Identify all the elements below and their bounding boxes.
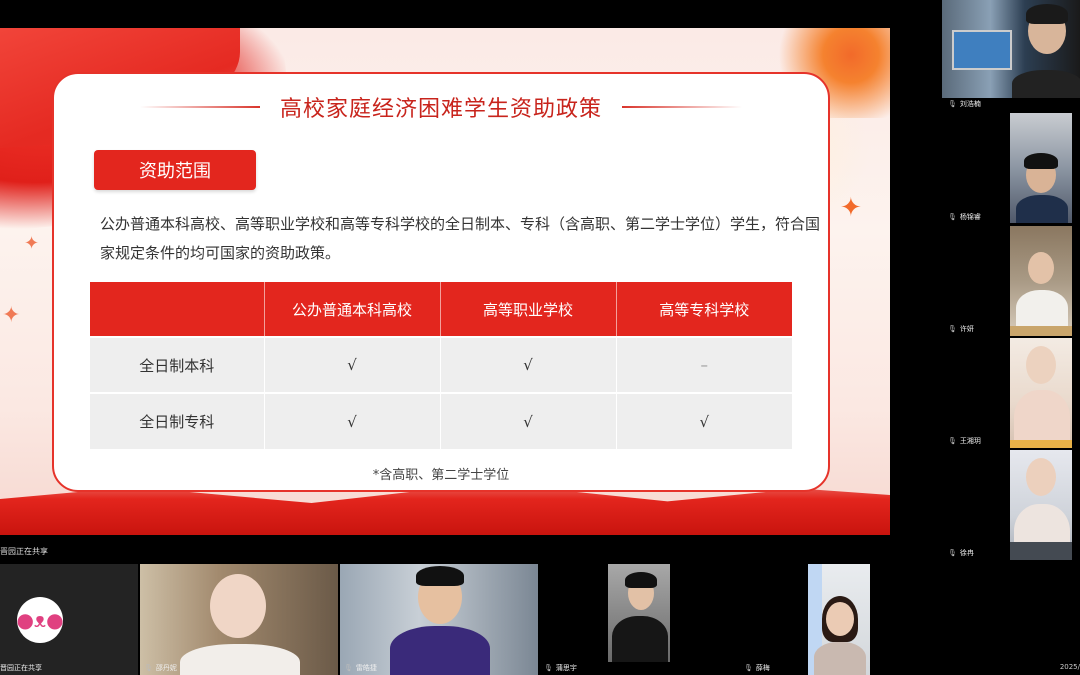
table-cell: 全日制专科: [90, 392, 265, 449]
laptop: [1010, 542, 1072, 560]
table-cell: √: [440, 336, 617, 393]
participant-name: 🎙 蒲思宇: [544, 664, 577, 672]
participant-video-tile[interactable]: [1010, 450, 1072, 560]
microphone-icon: 🎙: [144, 664, 153, 672]
participant-video-tile[interactable]: [942, 0, 1080, 98]
participant-video-tile[interactable]: [1010, 226, 1072, 336]
microphone-icon: 🎙: [344, 664, 353, 672]
participant-name: 晋园正在共享: [0, 664, 42, 672]
participant-body: [1012, 70, 1080, 98]
participant-video-tile[interactable]: [1010, 113, 1072, 223]
participant-video-tile[interactable]: [1010, 338, 1072, 448]
participant-face: [210, 574, 266, 638]
participant-name: 🎙 邵丹妮: [144, 664, 177, 672]
participant-face: [1028, 252, 1054, 284]
bird-icon: ✦: [24, 233, 40, 254]
table-header-cell: 高等职业学校: [440, 282, 617, 337]
table-row: 全日制本科 √ √ –: [90, 336, 792, 393]
microphone-icon: 🎙: [948, 549, 957, 557]
table-header-cell: 公办普通本科高校: [264, 282, 441, 337]
participant-name: 🎙 杨锦睿: [948, 213, 981, 221]
desk-surface: [1010, 440, 1072, 448]
participant-avatar-tile[interactable]: ●ᴥ● 晋园正在共享: [0, 564, 138, 675]
table-cell: √: [264, 336, 441, 393]
table-cell: √: [440, 392, 617, 449]
table-cell: √: [264, 392, 441, 449]
microphone-icon: 🎙: [544, 664, 553, 672]
participant-name: 🎙 徐冉: [948, 549, 974, 557]
footnote: *含高职、第二学士学位: [372, 468, 510, 483]
participant-name: 🎙 王湘玥: [948, 437, 981, 445]
section-badge: 资助范围: [94, 150, 256, 190]
participant-face-front: [826, 602, 854, 636]
participant-video-tile[interactable]: 🎙 蒲思宇: [540, 564, 738, 675]
bird-icon: ✦: [840, 193, 862, 223]
microphone-icon: 🎙: [948, 437, 957, 445]
title-divider-left: [139, 106, 260, 108]
participant-body: [1016, 290, 1068, 330]
participant-hair: [1024, 153, 1058, 169]
participant-body: [180, 644, 300, 675]
microphone-icon: 🎙: [948, 213, 957, 221]
hello-kitty-avatar-icon: ●ᴥ●: [16, 597, 64, 643]
table-cell: 全日制本科: [90, 336, 265, 393]
participant-face: [1026, 346, 1056, 384]
table-header-cell: [90, 282, 265, 337]
microphone-icon: 🎙: [744, 664, 753, 672]
participant-hair: [416, 566, 464, 586]
shared-slide: ✦ ✦ ✦ 高校家庭经济困难学生资助政策 资助范围 公办普通本科高校、高等职业学…: [0, 28, 890, 535]
participant-name: 🎙 薛梅: [744, 664, 770, 672]
participant-hair: [625, 572, 657, 588]
clock-date: 2025/: [1059, 663, 1080, 671]
table-row: 全日制专科 √ √ √: [90, 392, 792, 449]
description-text: 公办普通本科高校、高等职业学校和高等专科学校的全日制本、专科（含高职、第二学士学…: [100, 215, 821, 262]
participant-body: [814, 642, 866, 675]
microphone-icon: 🎙: [948, 325, 957, 333]
video-background-object: [952, 30, 1012, 70]
table-header-row: 公办普通本科高校 高等职业学校 高等专科学校: [90, 282, 792, 337]
title-row: 高校家庭经济困难学生资助政策: [54, 90, 828, 124]
participant-video-tile[interactable]: 🎙 薛梅: [740, 564, 938, 675]
table-header-cell: 高等专科学校: [616, 282, 792, 337]
microphone-icon: 🎙: [948, 100, 957, 108]
share-status-label: 晋园正在共享: [0, 547, 48, 556]
table-cell: √: [616, 392, 792, 449]
participant-face: [1026, 458, 1056, 496]
participant-name: 🎙 刘浩楠: [948, 100, 981, 108]
table-cell: –: [616, 336, 792, 393]
participant-video-tile[interactable]: 🎙 雷皓捷: [340, 564, 538, 675]
participant-video-tile[interactable]: 🎙 邵丹妮: [140, 564, 338, 675]
participant-body: [390, 626, 490, 675]
participant-name: 🎙 许妍: [948, 325, 974, 333]
policy-table: 公办普通本科高校 高等职业学校 高等专科学校 全日制本科 √ √ – 全日制专科…: [90, 282, 792, 449]
participant-body: [612, 616, 668, 662]
participant-name: 🎙 雷皓捷: [344, 664, 377, 672]
participant-body: [1016, 195, 1068, 223]
bird-icon: ✦: [2, 303, 21, 328]
content-card: 高校家庭经济困难学生资助政策 资助范围 公办普通本科高校、高等职业学校和高等专科…: [52, 72, 830, 492]
participant-hair: [1026, 4, 1068, 24]
desk-surface: [1010, 326, 1072, 336]
title-divider-right: [622, 106, 742, 108]
slide-title: 高校家庭经济困难学生资助政策: [279, 97, 602, 122]
